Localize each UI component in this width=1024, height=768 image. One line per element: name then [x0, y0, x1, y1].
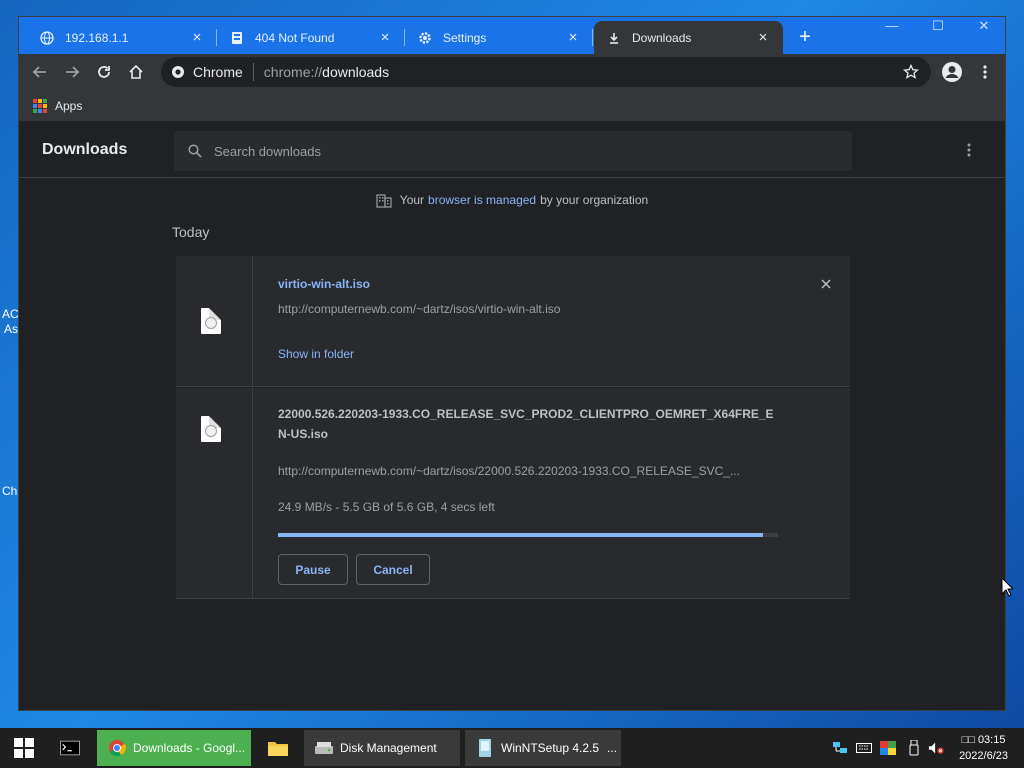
- server-icon: [229, 30, 245, 46]
- download-item: virtio-win-alt.iso http://computernewb.c…: [176, 256, 850, 387]
- taskbar-item-label: Disk Management: [340, 741, 437, 755]
- bookmark-star-icon[interactable]: [903, 64, 919, 80]
- apps-link[interactable]: Apps: [55, 99, 82, 113]
- folder-icon: [268, 738, 288, 758]
- file-icon-column: [176, 256, 253, 386]
- more-options-icon[interactable]: [961, 142, 977, 158]
- browser-menu-button[interactable]: [973, 60, 997, 84]
- download-icon: [606, 30, 622, 46]
- downloads-content: Your browser is managed by your organiza…: [19, 178, 1005, 710]
- taskbar-terminal[interactable]: [52, 730, 92, 766]
- page-title: Downloads: [42, 141, 128, 158]
- section-heading: Today: [172, 224, 210, 240]
- clock-time: □□ 03:15: [961, 734, 1006, 746]
- home-button[interactable]: [124, 60, 148, 84]
- tab-label: 404 Not Found: [255, 30, 335, 45]
- volume-muted-icon[interactable]: [928, 740, 944, 756]
- file-url[interactable]: http://computernewb.com/~dartz/isos/virt…: [278, 302, 778, 316]
- keyboard-icon[interactable]: [856, 740, 872, 756]
- tab-label: 192.168.1.1: [65, 30, 129, 45]
- show-in-folder-link[interactable]: Show in folder: [278, 347, 354, 361]
- url-host: downloads: [322, 64, 390, 80]
- search-box: [174, 131, 852, 171]
- taskbar-item-label: WinNTSetup 4.2.5: [501, 741, 600, 755]
- search-input[interactable]: [214, 143, 814, 159]
- address-bar[interactable]: Chrome chrome:// downloads: [161, 57, 931, 87]
- network-icon[interactable]: [832, 740, 848, 756]
- minimize-button[interactable]: —: [869, 17, 915, 37]
- taskbar: Downloads - Googl... Disk Management Win…: [0, 728, 1024, 768]
- tab-label: Downloads: [632, 30, 692, 45]
- tab-192-168-1-1[interactable]: 192.168.1.1 ×: [27, 21, 217, 54]
- cancel-button[interactable]: Cancel: [356, 554, 430, 585]
- file-name[interactable]: 22000.526.220203-1933.CO_RELEASE_SVC_PRO…: [278, 404, 778, 444]
- chrome-icon: [171, 65, 185, 79]
- browser-window: 192.168.1.1 × 404 Not Found × Settings ×…: [18, 16, 1006, 711]
- winntsetup-icon: [475, 738, 495, 758]
- color-app-icon[interactable]: [880, 740, 896, 756]
- system-clock[interactable]: □□ 03:15 2022/6/23: [959, 732, 1008, 764]
- chrome-icon: [107, 738, 127, 758]
- bookmarks-bar: Apps: [19, 90, 1005, 122]
- disk-icon: [314, 738, 334, 758]
- pause-button[interactable]: Pause: [278, 554, 348, 585]
- taskbar-overflow: ...: [607, 741, 618, 755]
- forward-button[interactable]: [60, 60, 84, 84]
- close-icon[interactable]: ×: [565, 29, 581, 46]
- desktop-label-2: As: [4, 322, 19, 336]
- building-icon: [376, 192, 392, 208]
- terminal-icon: [60, 738, 80, 758]
- taskbar-winntsetup[interactable]: WinNTSetup 4.2.5 ...: [465, 730, 621, 766]
- mouse-cursor-icon: [1001, 576, 1015, 602]
- iso-file-icon: [201, 308, 221, 334]
- browser-toolbar: Chrome chrome:// downloads: [19, 54, 1005, 90]
- taskbar-disk-management[interactable]: Disk Management: [304, 730, 460, 766]
- tab-404-not-found[interactable]: 404 Not Found ×: [217, 21, 405, 54]
- search-icon[interactable]: [188, 144, 202, 158]
- desktop-label-1: AC: [2, 307, 19, 321]
- clock-date: 2022/6/23: [959, 750, 1008, 762]
- iso-file-icon: [201, 416, 221, 442]
- tab-downloads[interactable]: Downloads ×: [594, 21, 783, 54]
- tab-settings[interactable]: Settings ×: [405, 21, 593, 54]
- progress-fill: [278, 533, 763, 537]
- profile-avatar[interactable]: [940, 60, 964, 84]
- url-scheme: chrome://: [263, 64, 323, 80]
- download-item: 22000.526.220203-1933.CO_RELEASE_SVC_PRO…: [176, 388, 850, 599]
- chip-label: Chrome: [193, 64, 243, 80]
- file-icon-column: [176, 388, 253, 598]
- close-icon[interactable]: ×: [189, 29, 205, 46]
- desktop-label-3: Ch: [2, 484, 18, 498]
- reload-button[interactable]: [92, 60, 116, 84]
- windows-icon: [14, 738, 34, 758]
- taskbar-file-explorer[interactable]: [258, 730, 298, 766]
- managed-link[interactable]: browser is managed: [428, 193, 536, 207]
- gear-icon: [417, 30, 433, 46]
- site-chip[interactable]: Chrome: [161, 64, 243, 80]
- managed-notice: Your browser is managed by your organiza…: [19, 192, 1005, 208]
- close-icon[interactable]: ×: [755, 29, 771, 46]
- file-name-link[interactable]: virtio-win-alt.iso: [278, 274, 778, 294]
- download-progress-bar: [278, 533, 778, 537]
- taskbar-item-label: Downloads - Googl...: [133, 741, 246, 755]
- tab-strip: 192.168.1.1 × 404 Not Found × Settings ×…: [19, 17, 1005, 54]
- apps-icon[interactable]: [33, 98, 47, 113]
- start-button[interactable]: [0, 728, 48, 768]
- back-button[interactable]: [28, 60, 52, 84]
- downloads-header: Downloads: [19, 122, 1005, 178]
- file-url[interactable]: http://computernewb.com/~dartz/isos/2200…: [278, 464, 778, 478]
- taskbar-chrome[interactable]: Downloads - Googl...: [97, 730, 251, 766]
- managed-prefix: Your: [399, 193, 425, 207]
- managed-suffix: by your organization: [540, 193, 649, 207]
- usb-device-icon[interactable]: [906, 740, 922, 756]
- tab-label: Settings: [443, 30, 487, 45]
- new-tab-button[interactable]: +: [793, 25, 817, 49]
- window-close-button[interactable]: ✕: [961, 17, 1005, 37]
- divider: [252, 63, 254, 81]
- close-icon[interactable]: ×: [377, 29, 393, 46]
- download-status: 24.9 MB/s - 5.5 GB of 5.6 GB, 4 secs lef…: [278, 500, 495, 514]
- globe-icon: [39, 30, 55, 46]
- maximize-button[interactable]: ☐: [915, 17, 961, 37]
- remove-item-close-icon[interactable]: [818, 276, 834, 292]
